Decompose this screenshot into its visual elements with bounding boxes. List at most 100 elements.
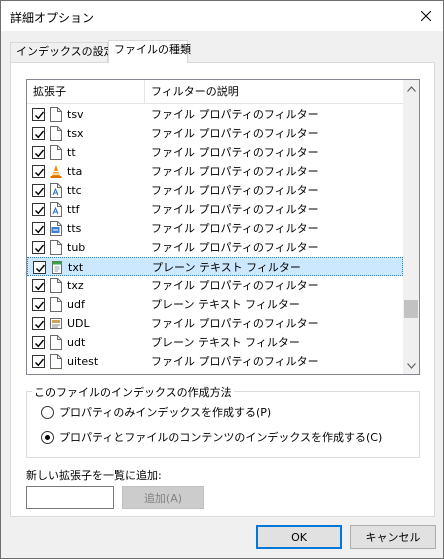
filter-description-cell: ファイル プロパティのフィルター [151, 108, 319, 121]
filter-description-cell: ファイル プロパティのフィルター [151, 241, 319, 254]
tab-strip: インデックスの設定 ファイルの種類 [10, 40, 435, 63]
row-checkbox[interactable] [32, 203, 45, 216]
blank-file-icon [49, 145, 63, 160]
chevron-up-icon [406, 85, 416, 92]
filter-description-cell: ファイル プロパティのフィルター [151, 222, 319, 235]
ok-button[interactable]: OK [256, 525, 342, 549]
close-icon [421, 11, 431, 21]
row-checkbox[interactable] [32, 222, 45, 235]
list-item[interactable]: txt プレーン テキスト フィルター [27, 257, 403, 276]
vertical-scrollbar[interactable] [403, 80, 419, 374]
list-item[interactable]: uitest ファイル プロパティのフィルター [27, 352, 403, 371]
scroll-down-button[interactable] [403, 357, 419, 374]
filter-description-cell: ファイル プロパティのフィルター [151, 146, 319, 159]
new-extension-input[interactable] [26, 486, 114, 509]
font-file-icon [49, 183, 63, 198]
row-checkbox[interactable] [33, 261, 46, 274]
row-checkbox[interactable] [32, 241, 45, 254]
scroll-up-button[interactable] [403, 80, 419, 97]
vlc-cone-icon [49, 164, 63, 179]
list-item[interactable]: tub ファイル プロパティのフィルター [27, 238, 403, 257]
extension-cell: txt [68, 261, 84, 274]
column-header-filter-description[interactable]: フィルターの説明 [145, 80, 405, 104]
radio-label: プロパティのみインデックスを作成する(P) [59, 406, 272, 419]
list-item[interactable]: tta ファイル プロパティのフィルター [27, 162, 403, 181]
blank-file-icon [49, 107, 63, 122]
blank-file-icon [49, 278, 63, 293]
add-button[interactable]: 追加(A) [122, 486, 204, 509]
list-item[interactable]: tts ファイル プロパティのフィルター [27, 219, 403, 238]
row-checkbox[interactable] [32, 127, 45, 140]
dialog-window: 詳細オプション インデックスの設定 ファイルの種類 拡張子 フィルターの説明 t… [0, 0, 444, 559]
checkmark-icon [35, 225, 45, 234]
filter-description-cell: プレーン テキスト フィルター [151, 336, 300, 349]
extension-cell: UDL [67, 317, 90, 330]
list-header: 拡張子 フィルターの説明 [27, 80, 405, 104]
row-checkbox[interactable] [32, 355, 45, 368]
checkmark-icon [35, 168, 45, 177]
close-button[interactable] [409, 1, 443, 31]
checkmark-icon [35, 244, 45, 253]
list-item[interactable]: tsv ファイル プロパティのフィルター [27, 105, 403, 124]
window-title: 詳細オプション [10, 11, 95, 25]
tab-label: インデックスの設定 [16, 45, 115, 58]
group-legend: このファイルのインデックスの作成方法 [32, 384, 234, 400]
checkmark-icon [35, 358, 45, 367]
radio-properties-and-contents[interactable]: プロパティとファイルのコンテンツのインデックスを作成する(C) [41, 429, 382, 445]
blank-file-icon [49, 240, 63, 255]
checkmark-icon [35, 339, 45, 348]
row-checkbox[interactable] [32, 336, 45, 349]
filter-description-cell: ファイル プロパティのフィルター [151, 317, 319, 330]
extension-cell: ttf [67, 203, 80, 216]
checkmark-icon [35, 301, 45, 310]
filter-description-cell: ファイル プロパティのフィルター [151, 279, 319, 292]
cancel-button[interactable]: キャンセル [350, 525, 436, 549]
extension-cell: tta [67, 165, 83, 178]
row-checkbox[interactable] [32, 184, 45, 197]
filter-description-cell: ファイル プロパティのフィルター [151, 165, 319, 178]
checkmark-icon [35, 130, 45, 139]
radio-button[interactable] [41, 405, 54, 419]
row-checkbox[interactable] [32, 317, 45, 330]
tab-panel-file-types: 拡張子 フィルターの説明 tsv ファイル プロパティのフィルター tsx ファイル … [10, 62, 435, 517]
blank-file-icon [49, 297, 63, 312]
row-checkbox[interactable] [32, 298, 45, 311]
checkmark-icon [36, 264, 46, 273]
index-method-group: このファイルのインデックスの作成方法 プロパティのみインデックスを作成する(P)… [26, 384, 420, 458]
list-item[interactable]: tt ファイル プロパティのフィルター [27, 143, 403, 162]
tab-index-settings[interactable]: インデックスの設定 [10, 42, 115, 62]
extension-list[interactable]: 拡張子 フィルターの説明 tsv ファイル プロパティのフィルター tsx ファイル … [26, 79, 420, 375]
extension-cell: udf [67, 298, 85, 311]
extension-cell: tsv [67, 108, 84, 121]
filter-description-cell: プレーン テキスト フィルター [151, 298, 300, 311]
extension-cell: tub [67, 241, 86, 254]
row-checkbox[interactable] [32, 279, 45, 292]
row-checkbox[interactable] [32, 108, 45, 121]
radio-button-selected[interactable] [41, 430, 54, 444]
checkmark-icon [35, 320, 45, 329]
media-file-icon [49, 221, 63, 236]
tab-file-types[interactable]: ファイルの種類 [108, 40, 191, 63]
list-item[interactable]: ttf ファイル プロパティのフィルター [27, 200, 403, 219]
column-header-extension[interactable]: 拡張子 [27, 80, 145, 104]
list-item[interactable]: udf プレーン テキスト フィルター [27, 295, 403, 314]
list-item[interactable]: udt プレーン テキスト フィルター [27, 333, 403, 352]
extension-cell: tt [67, 146, 76, 159]
checkmark-icon [35, 206, 45, 215]
radio-properties-only[interactable]: プロパティのみインデックスを作成する(P) [41, 404, 271, 420]
radio-label: プロパティとファイルのコンテンツのインデックスを作成する(C) [59, 431, 383, 444]
udl-file-icon [49, 316, 63, 331]
row-checkbox[interactable] [32, 146, 45, 159]
checkmark-icon [35, 149, 45, 158]
scroll-thumb[interactable] [404, 300, 418, 318]
filter-description-cell: ファイル プロパティのフィルター [151, 203, 319, 216]
row-checkbox[interactable] [32, 165, 45, 178]
list-item[interactable]: UDL ファイル プロパティのフィルター [27, 314, 403, 333]
checkmark-icon [35, 111, 45, 120]
list-item[interactable]: tsx ファイル プロパティのフィルター [27, 124, 403, 143]
list-item[interactable]: ttc ファイル プロパティのフィルター [27, 181, 403, 200]
list-item[interactable]: txz ファイル プロパティのフィルター [27, 276, 403, 295]
extension-cell: tts [67, 222, 82, 235]
title-bar: 詳細オプション [1, 1, 443, 31]
checkmark-icon [35, 282, 45, 291]
